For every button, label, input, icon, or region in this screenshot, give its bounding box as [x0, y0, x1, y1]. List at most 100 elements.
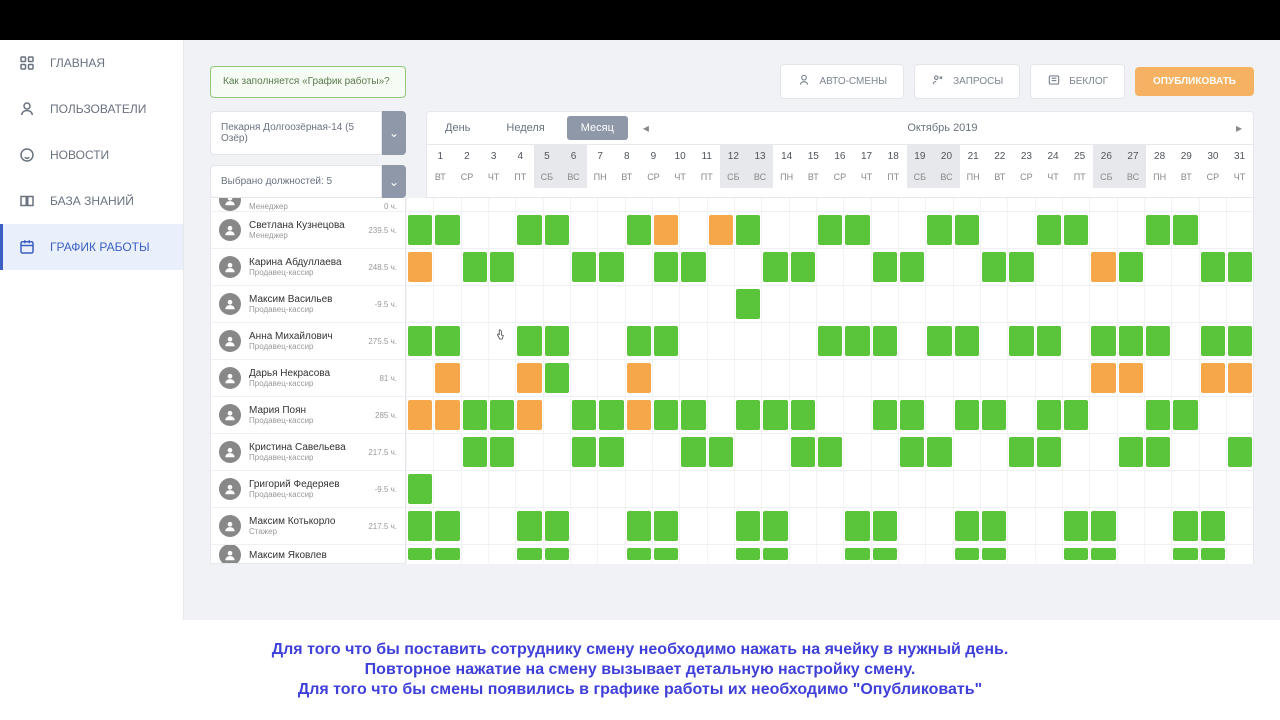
shift-cell[interactable]	[1199, 249, 1226, 285]
shift-cell[interactable]	[433, 286, 460, 322]
shift-cell[interactable]	[871, 249, 898, 285]
shift-cell[interactable]	[980, 397, 1007, 433]
shift-cell[interactable]	[652, 323, 679, 359]
shift-cell[interactable]	[406, 545, 433, 563]
shift-cell[interactable]	[1226, 508, 1253, 544]
shift-cell[interactable]	[871, 286, 898, 322]
shift-cell[interactable]	[543, 360, 570, 396]
shift-cell[interactable]	[515, 434, 542, 470]
shift-cell[interactable]	[543, 508, 570, 544]
shift-cell[interactable]	[433, 360, 460, 396]
shift-block[interactable]	[763, 400, 787, 430]
shift-block[interactable]	[1091, 511, 1115, 541]
shift-cell[interactable]	[816, 545, 843, 563]
shift-cell[interactable]	[543, 286, 570, 322]
shift-cell[interactable]	[1171, 286, 1198, 322]
shift-cell[interactable]	[734, 323, 761, 359]
shift-cell[interactable]	[1035, 471, 1062, 507]
shift-cell[interactable]	[1089, 212, 1116, 248]
shift-cell[interactable]	[406, 286, 433, 322]
shift-cell[interactable]	[1062, 286, 1089, 322]
shift-cell[interactable]	[734, 286, 761, 322]
shift-block[interactable]	[681, 400, 705, 430]
shift-cell[interactable]	[461, 471, 488, 507]
shift-cell[interactable]	[570, 434, 597, 470]
shift-block[interactable]	[545, 326, 569, 356]
shift-cell[interactable]	[1199, 471, 1226, 507]
shift-block[interactable]	[845, 548, 869, 560]
shift-cell[interactable]	[980, 286, 1007, 322]
shift-cell[interactable]	[679, 323, 706, 359]
shift-cell[interactable]	[1199, 397, 1226, 433]
shift-cell[interactable]	[597, 360, 624, 396]
shift-cell[interactable]	[1089, 323, 1116, 359]
shift-block[interactable]	[1064, 400, 1088, 430]
shift-cell[interactable]	[1062, 397, 1089, 433]
shift-cell[interactable]	[734, 212, 761, 248]
shift-cell[interactable]	[761, 434, 788, 470]
shift-cell[interactable]	[488, 286, 515, 322]
shift-cell[interactable]	[1062, 360, 1089, 396]
shift-block[interactable]	[845, 511, 869, 541]
shift-block[interactable]	[982, 548, 1006, 560]
shift-block[interactable]	[545, 548, 569, 560]
shift-cell[interactable]	[1062, 508, 1089, 544]
shift-block[interactable]	[873, 326, 897, 356]
employee-row[interactable]: Дарья НекрасоваПродавец-кассир81 ч.	[211, 360, 405, 397]
shift-cell[interactable]	[515, 323, 542, 359]
shift-cell[interactable]	[843, 545, 870, 563]
shift-cell[interactable]	[1062, 212, 1089, 248]
shift-cell[interactable]	[707, 360, 734, 396]
shift-block[interactable]	[572, 400, 596, 430]
shift-cell[interactable]	[734, 471, 761, 507]
shift-cell[interactable]	[789, 471, 816, 507]
shift-cell[interactable]	[597, 471, 624, 507]
shift-cell[interactable]	[679, 471, 706, 507]
shift-block[interactable]	[435, 215, 459, 245]
shift-cell[interactable]	[871, 397, 898, 433]
shift-cell[interactable]	[816, 323, 843, 359]
shift-cell[interactable]	[980, 212, 1007, 248]
sidebar-item-0[interactable]: ГЛАВНАЯ	[0, 40, 183, 86]
shift-cell[interactable]	[461, 249, 488, 285]
shift-cell[interactable]	[1117, 545, 1144, 563]
shift-cell[interactable]	[789, 508, 816, 544]
shift-cell[interactable]	[789, 434, 816, 470]
shift-cell[interactable]	[1171, 508, 1198, 544]
shift-cell[interactable]	[789, 198, 816, 211]
shift-cell[interactable]	[1062, 198, 1089, 211]
shift-cell[interactable]	[570, 360, 597, 396]
shift-block[interactable]	[1009, 437, 1033, 467]
shift-cell[interactable]	[625, 198, 652, 211]
shift-cell[interactable]	[925, 397, 952, 433]
shift-cell[interactable]	[925, 360, 952, 396]
shift-block[interactable]	[818, 215, 842, 245]
shift-cell[interactable]	[433, 434, 460, 470]
shift-block[interactable]	[517, 326, 541, 356]
shift-cell[interactable]	[1226, 397, 1253, 433]
shift-block[interactable]	[517, 363, 541, 393]
shift-block[interactable]	[763, 511, 787, 541]
shift-cell[interactable]	[461, 508, 488, 544]
shift-block[interactable]	[435, 511, 459, 541]
shift-cell[interactable]	[597, 508, 624, 544]
shift-cell[interactable]	[816, 434, 843, 470]
shift-cell[interactable]	[734, 360, 761, 396]
shift-cell[interactable]	[707, 212, 734, 248]
shift-cell[interactable]	[679, 360, 706, 396]
shift-block[interactable]	[435, 326, 459, 356]
shift-cell[interactable]	[543, 198, 570, 211]
shift-block[interactable]	[490, 400, 514, 430]
shift-cell[interactable]	[1199, 212, 1226, 248]
shift-cell[interactable]	[707, 198, 734, 211]
shift-cell[interactable]	[1089, 508, 1116, 544]
shift-block[interactable]	[1037, 215, 1061, 245]
shift-cell[interactable]	[707, 471, 734, 507]
shift-cell[interactable]	[843, 249, 870, 285]
shift-cell[interactable]	[679, 212, 706, 248]
shift-block[interactable]	[435, 400, 459, 430]
shift-cell[interactable]	[789, 323, 816, 359]
shift-cell[interactable]	[597, 323, 624, 359]
shift-cell[interactable]	[980, 471, 1007, 507]
shift-cell[interactable]	[1035, 249, 1062, 285]
